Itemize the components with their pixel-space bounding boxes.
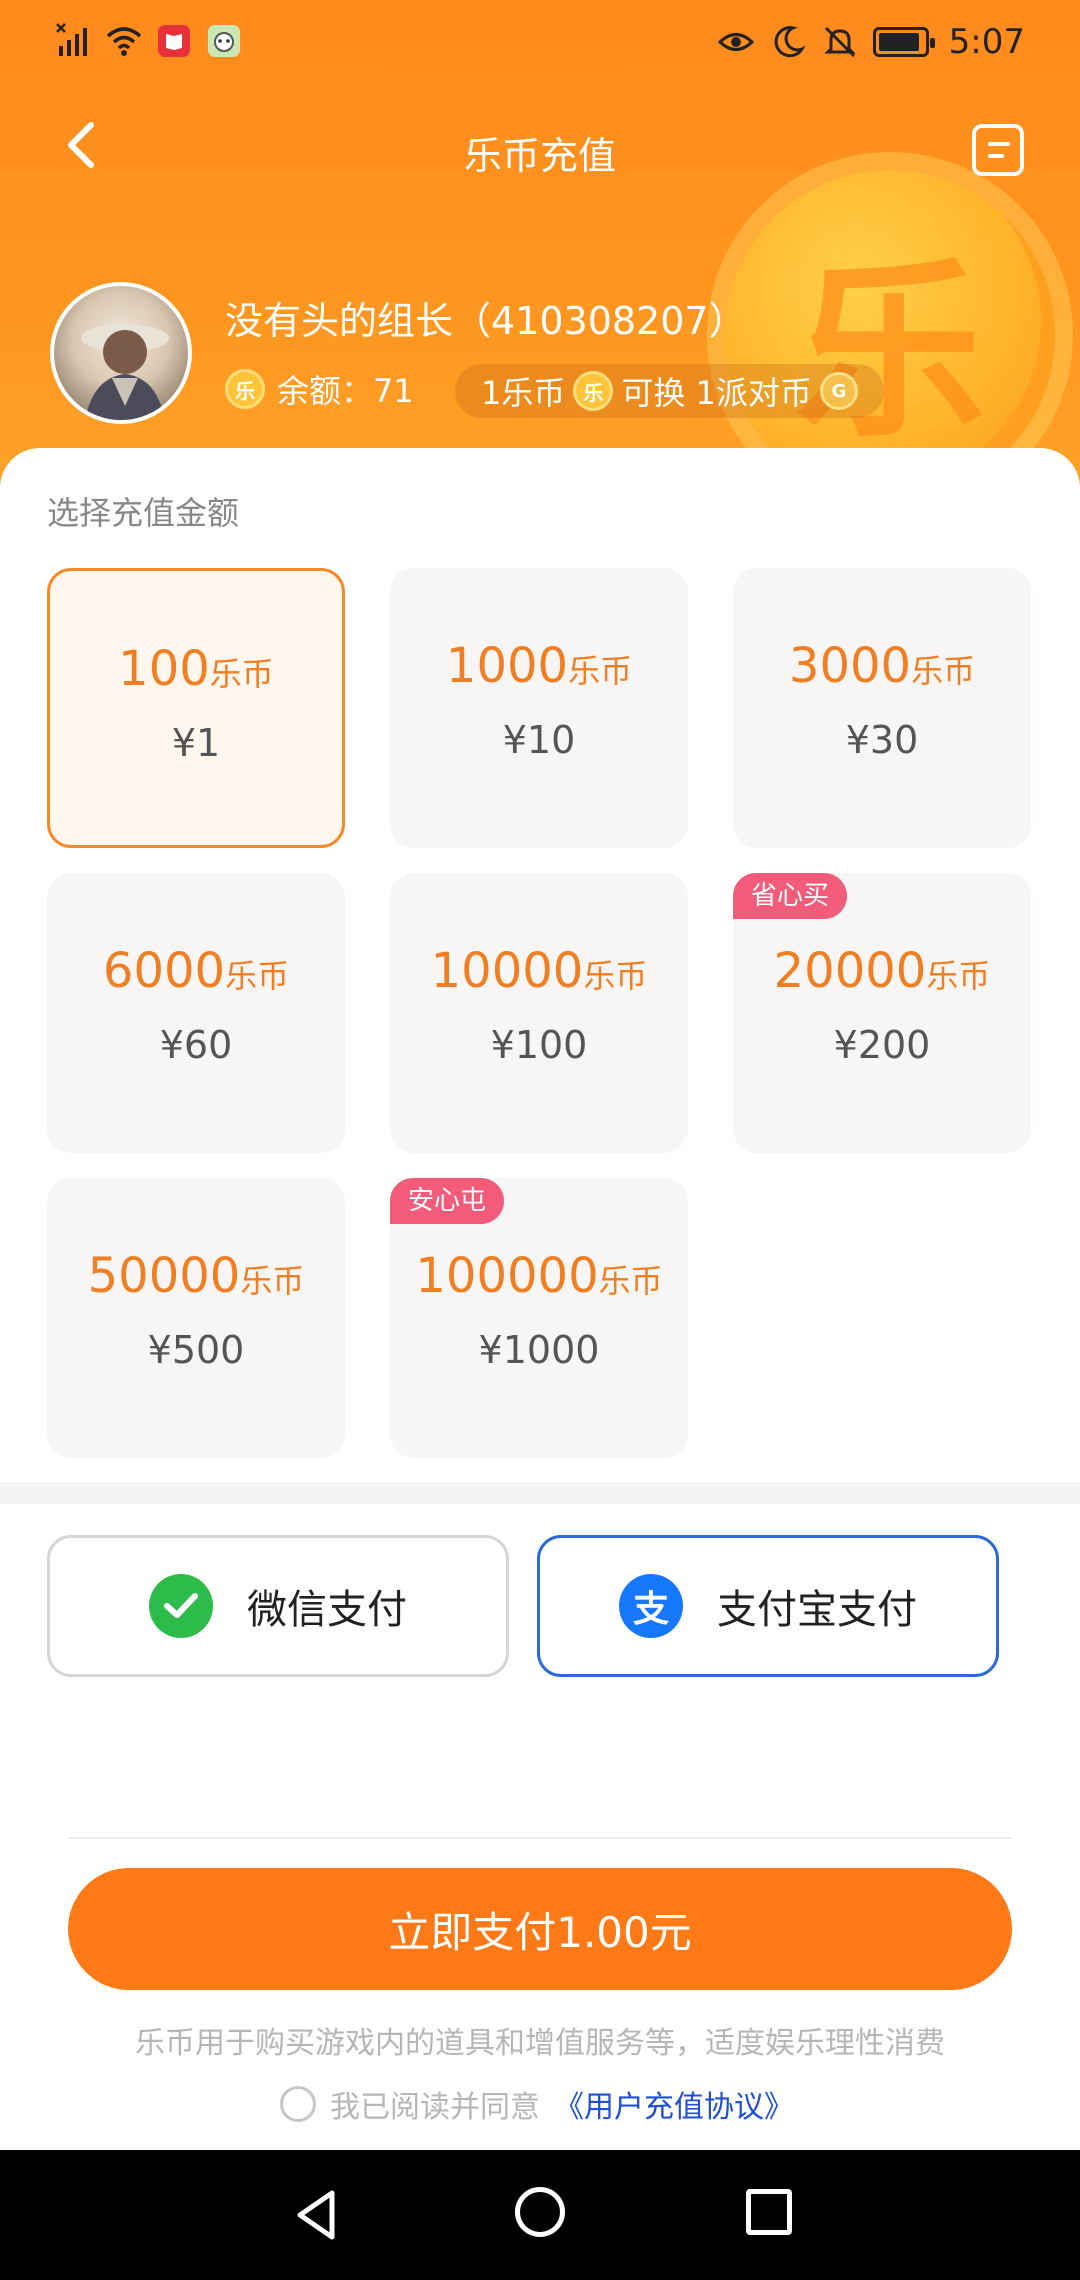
package-card[interactable]: 3000乐币 ¥30 [733,568,1031,848]
status-time: 5:07 [948,22,1025,62]
package-amount: 1000乐币 [445,638,633,694]
package-price: ¥500 [147,1328,245,1372]
agreement-checkbox[interactable] [280,2086,316,2122]
package-amount: 100000乐币 [415,1248,663,1304]
le-coin-icon: 乐 [573,371,614,411]
le-coin-icon: 乐 [225,369,265,409]
consumption-notice: 乐币用于购买游戏内的道具和增值服务等，适度娱乐理性消费 [135,2026,945,2061]
package-price: ¥100 [490,1023,588,1067]
balance-text: 余额：71 [277,372,414,410]
exchange-left: 1乐币 [481,374,566,412]
agreement-prefix: 我已阅读并同意 [330,2090,540,2125]
status-bar: 5:07 [0,0,1080,90]
package-card[interactable]: 10000乐币 ¥100 [390,873,688,1153]
package-price: ¥60 [159,1023,233,1067]
package-amount: 20000乐币 [773,943,991,999]
package-amount: 50000乐币 [87,1248,305,1304]
package-tag: 省心买 [733,873,848,919]
package-card[interactable]: 6000乐币 ¥60 [47,873,345,1153]
exchange-mid: 可换 1派对币 [621,374,812,412]
package-tag: 安心屯 [390,1178,505,1224]
page-title: 乐币充值 [463,134,616,178]
package-price: ¥10 [502,718,576,762]
package-card[interactable]: 100乐币 ¥1 [47,568,345,848]
alipay-label: 支付宝支付 [717,1587,917,1633]
package-amount: 3000乐币 [788,638,976,694]
no-sim-signal-icon [55,22,93,60]
system-home-button[interactable] [515,2187,565,2237]
triangle-back-icon [297,2190,335,2240]
record-list-icon-line [988,142,1010,146]
wifi-icon [105,22,143,60]
section-title: 选择充值金额 [47,494,240,532]
package-card[interactable]: 安心屯 100000乐币 ¥1000 [390,1178,688,1458]
pay-now-button[interactable]: 立即支付1.00元 [68,1868,1012,1990]
wechat-pay-label: 微信支付 [247,1587,407,1633]
moon-icon [769,23,807,61]
package-price: ¥200 [833,1023,931,1067]
divider [68,1837,1012,1839]
section-divider [0,1482,1080,1504]
wechat-pay-icon [149,1574,213,1638]
alipay-button[interactable]: 支 支付宝支付 [537,1535,999,1677]
package-amount: 6000乐币 [102,943,290,999]
record-list-icon-line [988,154,1004,158]
record-list-button[interactable] [972,124,1024,176]
system-back-button[interactable] [288,2185,348,2245]
system-navigation-bar [0,2150,1080,2280]
package-card[interactable]: 省心买 20000乐币 ¥200 [733,873,1031,1153]
package-card[interactable]: 1000乐币 ¥10 [390,568,688,848]
agreement-row: 我已阅读并同意 《用户充值协议》 [280,2082,794,2126]
package-price: ¥30 [845,718,919,762]
party-coin-icon: G [819,372,858,410]
package-card[interactable]: 50000乐币 ¥500 [47,1178,345,1458]
book-app-icon [155,22,193,60]
eye-comfort-icon [717,23,755,61]
package-amount: 100乐币 [118,641,274,697]
cartoon-app-icon [205,22,243,60]
agreement-link[interactable]: 《用户充值协议》 [554,2082,794,2126]
system-recents-button[interactable] [746,2189,792,2235]
balance-row: 乐 余额：71 [225,366,414,412]
mute-bell-icon [821,23,859,61]
avatar [50,282,192,424]
package-price: ¥1 [171,721,221,765]
battery-icon [872,27,935,57]
alipay-icon: 支 [619,1574,683,1638]
wechat-pay-button[interactable]: 微信支付 [47,1535,509,1677]
package-price: ¥1000 [478,1328,600,1372]
username: 没有头的组长（410308207） [225,299,747,343]
package-amount: 10000乐币 [430,943,648,999]
exchange-rate-pill: 1乐币 乐 可换 1派对币 G [455,364,884,418]
